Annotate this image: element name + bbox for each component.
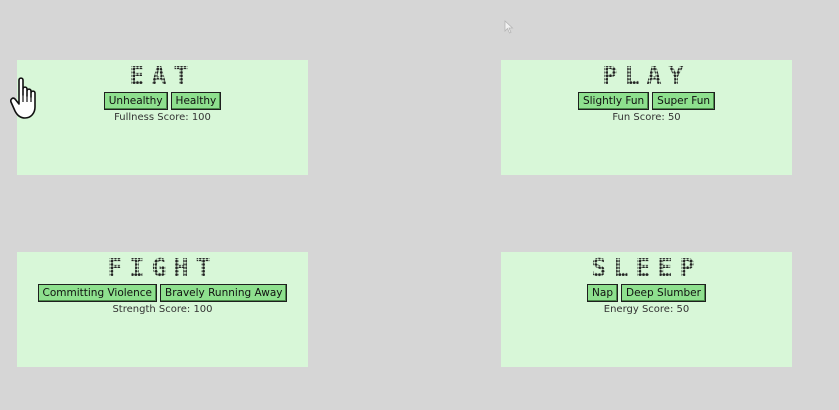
play-button-row: Slightly Fun Super Fun: [501, 92, 792, 110]
fun-score: Fun Score: 50: [612, 112, 681, 123]
sleep-panel: SLEEP Nap Deep Slumber Energy Score: 50: [501, 252, 792, 367]
super-fun-button[interactable]: Super Fun: [652, 92, 716, 110]
fight-panel: FIGHT Committing Violence Bravely Runnin…: [17, 252, 308, 367]
play-panel: PLAY Slightly Fun Super Fun Fun Score: 5…: [501, 60, 792, 175]
hand-pointer-icon: [10, 77, 36, 119]
sleep-title: SLEEP: [591, 253, 702, 282]
slightly-fun-button[interactable]: Slightly Fun: [577, 92, 650, 110]
app-window: { "panels": { "eat": { "title": "EAT", "…: [0, 0, 839, 410]
eat-button-row: Unhealthy Healthy: [17, 92, 308, 110]
eat-panel: EAT Unhealthy Healthy Fullness Score: 10…: [17, 60, 308, 175]
fight-button-row: Committing Violence Bravely Running Away: [17, 284, 308, 302]
strength-score: Strength Score: 100: [112, 304, 213, 315]
nap-button[interactable]: Nap: [587, 284, 619, 302]
committing-violence-button[interactable]: Committing Violence: [37, 284, 158, 302]
arrow-cursor-icon: [504, 20, 514, 34]
healthy-button[interactable]: Healthy: [170, 92, 222, 110]
fight-title: FIGHT: [107, 253, 218, 282]
bravely-running-away-button[interactable]: Bravely Running Away: [160, 284, 288, 302]
eat-title: EAT: [129, 61, 196, 90]
fullness-score: Fullness Score: 100: [114, 112, 211, 123]
sleep-button-row: Nap Deep Slumber: [501, 284, 792, 302]
deep-slumber-button[interactable]: Deep Slumber: [621, 284, 706, 302]
unhealthy-button[interactable]: Unhealthy: [103, 92, 168, 110]
energy-score: Energy Score: 50: [603, 304, 690, 315]
play-title: PLAY: [602, 61, 691, 90]
